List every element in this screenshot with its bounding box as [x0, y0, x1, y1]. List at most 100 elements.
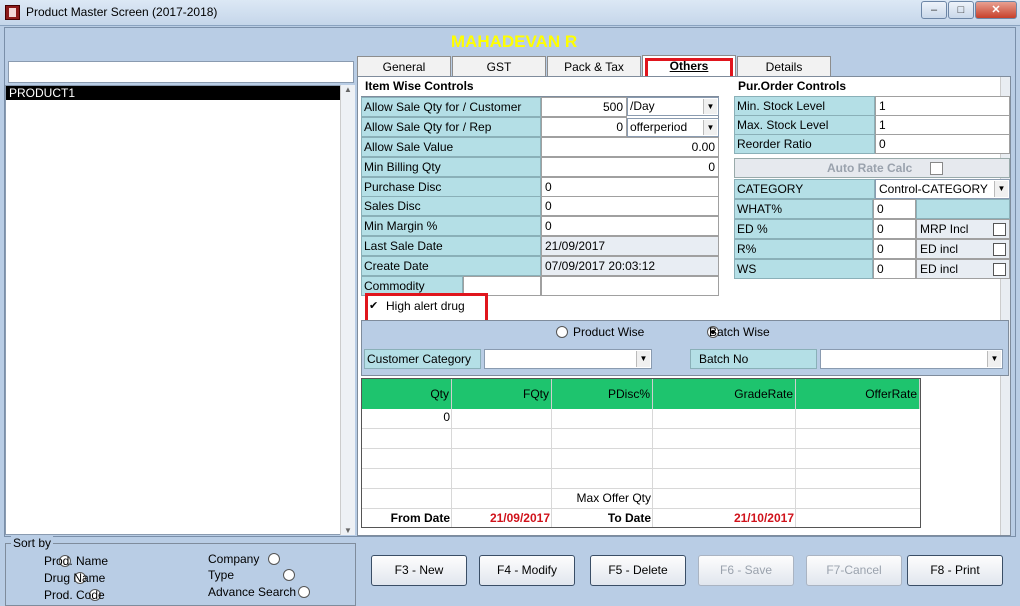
min-billing-qty-input[interactable]: 0: [541, 157, 719, 177]
allow-qty-rep-label: Allow Sale Qty for / Rep: [361, 117, 541, 137]
category-dropdown[interactable]: Control-CATEGORY ▼: [875, 179, 1010, 199]
allow-sale-value-input[interactable]: 0.00: [541, 137, 719, 157]
what-percent-label: WHAT%: [734, 199, 873, 219]
sort-prod-name-label: Prod. Name: [44, 554, 109, 568]
product-wise-label: Product Wise: [573, 325, 645, 339]
customer-category-label: Customer Category: [364, 349, 481, 369]
purchase-disc-label: Purchase Disc: [361, 177, 541, 197]
reorder-ratio-label: Reorder Ratio: [734, 134, 875, 154]
col-pdisc-header: PDisc%: [552, 379, 653, 409]
col-graderate-header: GradeRate: [653, 379, 796, 409]
chevron-down-icon[interactable]: ▼: [994, 181, 1008, 197]
col-qty-header: Qty: [362, 379, 452, 409]
print-button[interactable]: F8 - Print: [907, 555, 1003, 586]
purchase-disc-input[interactable]: 0: [541, 177, 719, 197]
chevron-down-icon[interactable]: ▼: [703, 120, 717, 135]
sort-drug-name-label: Drug Name: [44, 571, 106, 585]
create-date-value: 07/09/2017 20:03:12: [541, 256, 719, 276]
auto-rate-row: Auto Rate Calc: [734, 158, 1010, 178]
scroll-down-icon[interactable]: ▼: [341, 526, 355, 535]
min-margin-input[interactable]: 0: [541, 216, 719, 236]
batch-no-dropdown[interactable]: ▼: [820, 349, 1003, 369]
min-margin-label: Min Margin %: [361, 216, 541, 236]
what-percent-extra: [916, 199, 1010, 219]
ws-ed-incl-cell: ED incl: [916, 259, 1010, 279]
new-button[interactable]: F3 - New: [371, 555, 467, 586]
tab-gst[interactable]: GST: [452, 56, 546, 76]
ed-percent-input[interactable]: 0: [873, 219, 916, 239]
auto-rate-checkbox[interactable]: [930, 162, 943, 175]
ed-incl-checkbox[interactable]: [993, 243, 1006, 256]
scroll-up-icon[interactable]: ▲: [341, 85, 355, 94]
allow-qty-customer-input[interactable]: 500: [541, 97, 627, 117]
sort-company-radio[interactable]: [267, 553, 280, 565]
batch-wise-label: Batch Wise: [709, 325, 770, 339]
to-date-value[interactable]: 21/10/2017: [653, 511, 794, 525]
to-date-label: To Date: [607, 511, 651, 525]
allow-qty-customer-label: Allow Sale Qty for / Customer: [361, 97, 541, 117]
product-list-scrollbar[interactable]: ▲ ▼: [340, 85, 355, 535]
mrp-incl-checkbox[interactable]: [993, 223, 1006, 236]
title-bar: Product Master Screen (2017-2018) – □ ✕: [0, 0, 1020, 26]
allow-qty-rep-input[interactable]: 0: [541, 117, 627, 137]
last-sale-date-label: Last Sale Date: [361, 236, 541, 256]
max-stock-label: Max. Stock Level: [734, 115, 875, 135]
delete-button[interactable]: F5 - Delete: [590, 555, 686, 586]
product-search-input[interactable]: [8, 61, 354, 83]
batch-no-label: Batch No: [690, 349, 817, 369]
pur-controls-heading: Pur.Order Controls: [738, 79, 847, 93]
customer-category-dropdown[interactable]: ▼: [484, 349, 652, 369]
qty-period-customer-dropdown[interactable]: /Day ▼: [627, 97, 719, 116]
ed-incl-cell: ED incl: [916, 239, 1010, 259]
ws-input[interactable]: 0: [873, 259, 916, 279]
ws-label: WS: [734, 259, 873, 279]
qty-period-rep-dropdown[interactable]: offerperiod ▼: [627, 118, 719, 137]
tab-pack-tax[interactable]: Pack & Tax: [547, 56, 641, 76]
allow-sale-value-label: Allow Sale Value: [361, 137, 541, 157]
r-percent-label: R%: [734, 239, 873, 259]
product-wise-radio[interactable]: [556, 326, 568, 338]
chevron-down-icon[interactable]: ▼: [703, 99, 717, 114]
maximize-button[interactable]: □: [948, 1, 974, 19]
modify-button[interactable]: F4 - Modify: [479, 555, 575, 586]
category-label: CATEGORY: [734, 179, 875, 199]
grid-row-qty[interactable]: 0: [362, 410, 450, 424]
sort-advance-search-label: Advance Search: [208, 585, 297, 599]
sales-disc-input[interactable]: 0: [541, 196, 719, 216]
max-stock-input[interactable]: 1: [875, 115, 1010, 135]
from-date-value[interactable]: 21/09/2017: [452, 511, 550, 525]
list-item[interactable]: PRODUCT1: [6, 86, 340, 100]
chevron-down-icon[interactable]: ▼: [987, 351, 1001, 367]
window-title: Product Master Screen (2017-2018): [26, 5, 218, 19]
min-stock-input[interactable]: 1: [875, 96, 1010, 116]
r-percent-input[interactable]: 0: [873, 239, 916, 259]
high-alert-highlight: [365, 293, 488, 323]
sort-type-radio[interactable]: [283, 569, 296, 581]
cancel-button[interactable]: F7-Cancel: [806, 555, 902, 586]
ed-percent-label: ED %: [734, 219, 873, 239]
tab-general[interactable]: General: [357, 56, 451, 76]
minimize-button[interactable]: –: [921, 1, 947, 19]
product-list[interactable]: PRODUCT1: [5, 85, 355, 535]
ed-incl-label: ED incl: [920, 242, 959, 256]
commodity-name: [541, 276, 719, 296]
max-offer-qty-label: Max Offer Qty: [576, 491, 651, 505]
ws-ed-incl-checkbox[interactable]: [993, 263, 1006, 276]
mrp-incl-cell: MRP Incl: [916, 219, 1010, 239]
auto-rate-label: Auto Rate Calc: [827, 161, 913, 175]
what-percent-input[interactable]: 0: [873, 199, 916, 219]
tab-details[interactable]: Details: [737, 56, 831, 76]
ws-ed-incl-label: ED incl: [920, 262, 959, 276]
min-stock-label: Min. Stock Level: [734, 96, 875, 116]
min-billing-qty-label: Min Billing Qty: [361, 157, 541, 177]
chevron-down-icon[interactable]: ▼: [636, 351, 650, 367]
reorder-ratio-input[interactable]: 0: [875, 134, 1010, 154]
sort-company-label: Company: [208, 552, 260, 566]
offer-grid-body[interactable]: [362, 409, 920, 527]
from-date-label: From Date: [390, 511, 450, 525]
sort-by-legend: Sort by: [11, 536, 54, 550]
app-icon: [5, 5, 20, 20]
close-button[interactable]: ✕: [975, 1, 1017, 19]
col-offerrate-header: OfferRate: [796, 379, 920, 409]
save-button[interactable]: F6 - Save: [698, 555, 794, 586]
